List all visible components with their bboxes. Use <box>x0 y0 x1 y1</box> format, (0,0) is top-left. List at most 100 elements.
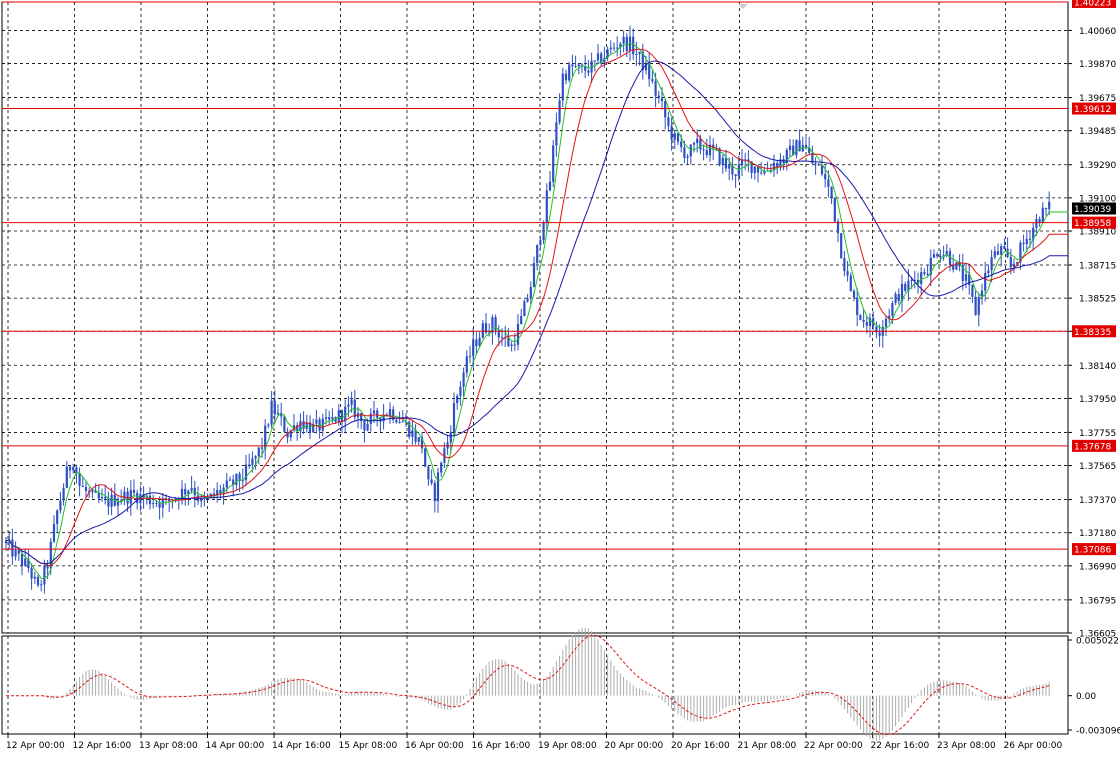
price-axis-label: 1.37755 <box>1079 429 1116 439</box>
candle-body <box>520 316 523 324</box>
candle-body <box>548 181 552 191</box>
price-level-tag-label: 1.37678 <box>1074 442 1111 452</box>
time-axis-label: 15 Apr 08:00 <box>339 741 398 751</box>
time-axis-label: 22 Apr 16:00 <box>871 741 930 751</box>
candle-body <box>692 142 696 145</box>
candle-body <box>878 332 881 336</box>
candle-body <box>638 51 641 54</box>
price-level-tag-label: 1.38958 <box>1074 219 1111 229</box>
candle-body <box>859 315 862 321</box>
candle-body <box>852 290 856 298</box>
candle-body <box>568 64 571 81</box>
candle-body <box>107 498 110 507</box>
candle-body <box>59 500 62 511</box>
candle-body <box>987 270 990 274</box>
time-axis-label: 21 Apr 08:00 <box>738 741 797 751</box>
price-axis-label: 1.37950 <box>1079 395 1116 405</box>
candle-body <box>971 285 974 297</box>
time-axis-label: 20 Apr 16:00 <box>671 741 730 751</box>
candle-body <box>72 467 75 471</box>
current-price-tag-label: 1.39039 <box>1074 205 1111 215</box>
candle-body <box>430 479 433 484</box>
price-axis-label: 1.37565 <box>1079 462 1116 472</box>
candle-body <box>68 466 72 471</box>
candle-body <box>612 47 616 49</box>
candle-body <box>1022 242 1025 244</box>
candle-body <box>667 117 670 126</box>
candle-body <box>814 163 817 165</box>
candle-body <box>760 172 763 174</box>
price-axis-label: 1.40060 <box>1079 27 1116 37</box>
candle-body <box>440 462 443 473</box>
candle-body <box>340 410 344 422</box>
price-axis-label: 1.37370 <box>1079 496 1116 506</box>
candle-body <box>465 356 468 373</box>
candle-body <box>776 162 779 167</box>
chart-canvas[interactable]: 1.400601.398701.396751.394851.392901.391… <box>0 0 1120 758</box>
candle-body <box>462 372 465 387</box>
candle-body <box>20 553 24 566</box>
candle-body <box>155 502 158 504</box>
candle-body <box>753 166 756 173</box>
candle-body <box>996 251 1000 255</box>
candle-body <box>654 81 657 96</box>
price-chart[interactable]: 1.40060 1.39870 1.39675 1.39485 1.39290 1.391… <box>0 0 1120 758</box>
candle-body <box>849 275 852 291</box>
candle-body <box>788 145 792 150</box>
candle-body <box>1038 219 1041 223</box>
candle-body <box>718 148 721 165</box>
candle-body <box>721 157 724 165</box>
candle-body <box>843 258 846 272</box>
candle-body <box>536 244 539 264</box>
price-level-tag: 1.38958 <box>1072 216 1116 229</box>
price-axis-label: 1.39290 <box>1079 161 1116 171</box>
candle-body <box>939 256 942 258</box>
price-level-tag-label: 1.40223 <box>1074 0 1111 9</box>
candle-body <box>152 503 155 505</box>
candle-body <box>433 483 436 502</box>
candle-body <box>411 430 414 437</box>
candle-body <box>974 296 977 315</box>
time-axis-label: 14 Apr 16:00 <box>272 741 331 751</box>
candle-body <box>248 464 251 466</box>
time-axis-label: 16 Apr 00:00 <box>405 741 464 751</box>
price-level-tag: 1.37086 <box>1072 543 1116 556</box>
candle-body <box>795 140 798 156</box>
candle-body <box>609 47 612 50</box>
candle-body <box>670 125 673 140</box>
candle-body <box>856 297 859 316</box>
candle-body <box>100 496 104 499</box>
candle-body <box>104 496 107 499</box>
candle-body <box>91 490 94 493</box>
candle-body <box>990 257 993 271</box>
candle-body <box>574 66 577 68</box>
candle-body <box>475 339 478 347</box>
price-level-tag-label: 1.39612 <box>1074 105 1111 115</box>
candle-body <box>449 431 452 443</box>
price-level-tag: 1.39612 <box>1072 102 1116 115</box>
candle-body <box>427 466 430 480</box>
candle-body <box>696 138 699 143</box>
candle-body <box>132 489 136 493</box>
candle-body <box>558 100 561 123</box>
candle-body <box>571 64 574 67</box>
candle-body <box>545 190 548 223</box>
candle-body <box>459 386 462 396</box>
candle-body <box>398 421 401 423</box>
candle-body <box>1000 246 1003 255</box>
candle-body <box>228 479 232 481</box>
candle-body <box>926 273 929 275</box>
candle-body <box>532 263 536 288</box>
candle-body <box>651 79 654 82</box>
candle-body <box>510 344 513 347</box>
candle-body <box>830 186 833 198</box>
candle-body <box>366 423 369 431</box>
candle-body <box>862 320 865 322</box>
price-axis-label: 1.38525 <box>1079 295 1116 305</box>
candle-body <box>254 456 257 459</box>
candle-body <box>932 254 936 258</box>
candle-body <box>267 424 270 426</box>
time-axis-label: 12 Apr 00:00 <box>6 741 65 751</box>
candle-body <box>417 437 420 442</box>
candle-body <box>353 399 356 418</box>
